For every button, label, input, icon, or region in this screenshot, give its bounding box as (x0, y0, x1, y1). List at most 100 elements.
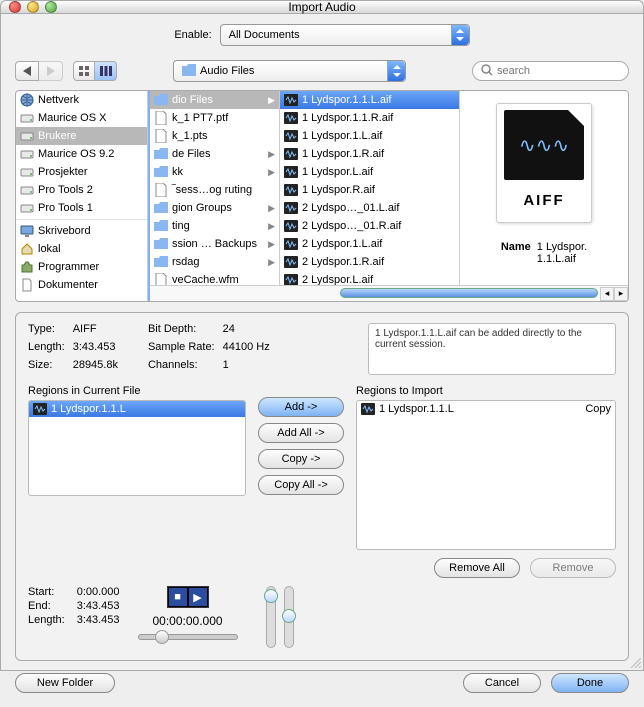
folder-item[interactable]: k_1.pts (150, 127, 279, 145)
folder-item-label: k_1 PT7.ptf (172, 112, 228, 124)
file-item[interactable]: 1 Lydspor.1.R.aif (280, 145, 459, 163)
folder-item[interactable]: de Files▶ (150, 145, 279, 163)
cancel-button[interactable]: Cancel (463, 673, 541, 693)
meta-bitdepth-label: Bit Depth: (148, 323, 215, 339)
chevron-updown-icon (387, 61, 405, 81)
done-button[interactable]: Done (551, 673, 629, 693)
import-region-item[interactable]: 1 Lydspor.1.1.LCopy (357, 401, 615, 417)
horizontal-scroll-thumb[interactable] (340, 288, 598, 298)
sidebar-item[interactable]: Maurice OS X (16, 109, 147, 127)
folder-item[interactable]: gion Groups▶ (150, 199, 279, 217)
file-item[interactable]: 1 Lydspor.1.L.aif (280, 127, 459, 145)
gain-slider[interactable] (284, 586, 294, 648)
file-item[interactable]: 2 Lydspo…_01.R.aif (280, 217, 459, 235)
sidebar-item[interactable]: Pro Tools 1 (16, 199, 147, 217)
sidebar-item-label: Nettverk (38, 94, 79, 106)
audio-file-icon (284, 129, 298, 143)
file-item[interactable]: 1 Lydspor.1.1.L.aif (280, 91, 459, 109)
time-start-value: 0:00.000 (77, 586, 120, 598)
file-item[interactable]: 1 Lydspor.1.1.R.aif (280, 109, 459, 127)
sidebar-item[interactable]: lokal (16, 240, 147, 258)
sidebar-item[interactable]: Programmer (16, 258, 147, 276)
search-input[interactable] (497, 65, 620, 77)
audio-file-icon (284, 255, 298, 269)
slider-thumb-icon[interactable] (282, 609, 296, 623)
audio-file-icon (284, 147, 298, 161)
view-columns-button[interactable] (95, 61, 117, 81)
folder-item-label: rsdag (172, 256, 200, 268)
remove-all-button[interactable]: Remove All (434, 558, 520, 578)
file-item-label: 2 Lydspor.1.L.aif (302, 238, 382, 250)
folder-item[interactable]: k_1 PT7.ptf (150, 109, 279, 127)
folder-item[interactable]: dio Files▶ (150, 91, 279, 109)
search-field[interactable] (472, 61, 629, 81)
add-all-button[interactable]: Add All -> (258, 423, 344, 443)
view-icons-button[interactable] (73, 61, 95, 81)
file-item[interactable]: 2 Lydspor.1.L.aif (280, 235, 459, 253)
import-region-mode: Copy (585, 403, 611, 415)
copy-button[interactable]: Copy -> (258, 449, 344, 469)
scroll-left-icon[interactable]: ◂ (600, 287, 614, 301)
forward-button[interactable] (39, 61, 63, 81)
copy-all-button[interactable]: Copy All -> (258, 475, 344, 495)
file-item[interactable]: 1 Lydspor.L.aif (280, 163, 459, 181)
file-item-label: 2 Lydspo…_01.R.aif (302, 220, 401, 232)
sidebar-item[interactable]: Maurice OS 9.2 (16, 145, 147, 163)
sidebar-item[interactable]: Pro Tools 2 (16, 181, 147, 199)
playhead-slider[interactable] (138, 634, 238, 640)
enable-popup[interactable]: All Documents (220, 24, 470, 46)
remove-button[interactable]: Remove (530, 558, 616, 578)
folder-item-label: veCache.wfm (172, 274, 239, 285)
resize-grip-icon[interactable] (629, 656, 641, 668)
sidebar-item[interactable]: Dokumenter (16, 276, 147, 294)
folder-icon (154, 255, 168, 269)
chevron-right-icon: ▶ (268, 239, 275, 250)
stop-button[interactable]: ■ (169, 588, 187, 606)
sidebar-item[interactable]: Prosjekter (16, 163, 147, 181)
chevron-updown-icon (451, 25, 469, 45)
titlebar[interactable]: Import Audio (1, 1, 643, 14)
add-button[interactable]: Add -> (258, 397, 344, 417)
regions-import-list[interactable]: 1 Lydspor.1.1.LCopy (356, 400, 616, 550)
volume-slider[interactable] (266, 586, 276, 648)
region-item[interactable]: 1 Lydspor.1.1.L (29, 401, 245, 417)
file-item[interactable]: 2 Lydspo…_01.L.aif (280, 199, 459, 217)
slider-thumb-icon[interactable] (264, 589, 278, 603)
transport-controls: ■ ▶ (167, 586, 209, 608)
folder-item[interactable]: ‾sess…og ruting (150, 181, 279, 199)
folder-icon (154, 201, 168, 215)
scroll-right-icon[interactable]: ▸ (614, 287, 628, 301)
folder-item[interactable]: rsdag▶ (150, 253, 279, 271)
path-value: Audio Files (200, 65, 274, 77)
chevron-right-icon: ▶ (268, 149, 275, 160)
meta-length-label: Length: (28, 341, 65, 357)
regions-current-list[interactable]: 1 Lydspor.1.1.L (28, 400, 246, 496)
folder-item[interactable]: kk▶ (150, 163, 279, 181)
time-end-value: 3:43.453 (77, 600, 120, 612)
waveform-icon: ∿∿∿ (519, 133, 569, 158)
file-item[interactable]: 1 Lydspor.R.aif (280, 181, 459, 199)
desktop-icon (20, 224, 34, 238)
folder-item[interactable]: veCache.wfm (150, 271, 279, 285)
audio-file-icon (284, 111, 298, 125)
chevron-right-icon: ▶ (268, 95, 275, 106)
meta-size-value: 28945.8k (73, 359, 118, 375)
folder-item[interactable]: ting▶ (150, 217, 279, 235)
sidebar-item[interactable]: Brukere (16, 127, 147, 145)
slider-thumb-icon[interactable] (155, 630, 169, 644)
file-item[interactable]: 2 Lydspor.L.aif (280, 271, 459, 285)
back-button[interactable] (15, 61, 39, 81)
file-item[interactable]: 2 Lydspor.1.R.aif (280, 253, 459, 271)
meta-bitdepth-value: 24 (223, 323, 270, 339)
hdd-icon (20, 111, 34, 125)
play-button[interactable]: ▶ (189, 588, 207, 606)
sidebar-item[interactable]: Skrivebord (16, 222, 147, 240)
file-format-label: AIFF (523, 192, 564, 209)
sidebar-item-label: Maurice OS 9.2 (38, 148, 114, 160)
path-popup[interactable]: Audio Files (173, 60, 406, 82)
preview-name-label: Name (501, 241, 531, 265)
sidebar-item[interactable]: Nettverk (16, 91, 147, 109)
folder-item[interactable]: ssion … Backups▶ (150, 235, 279, 253)
browser-scrollbar[interactable]: ◂ ▸ (150, 285, 628, 301)
new-folder-button[interactable]: New Folder (15, 673, 115, 693)
